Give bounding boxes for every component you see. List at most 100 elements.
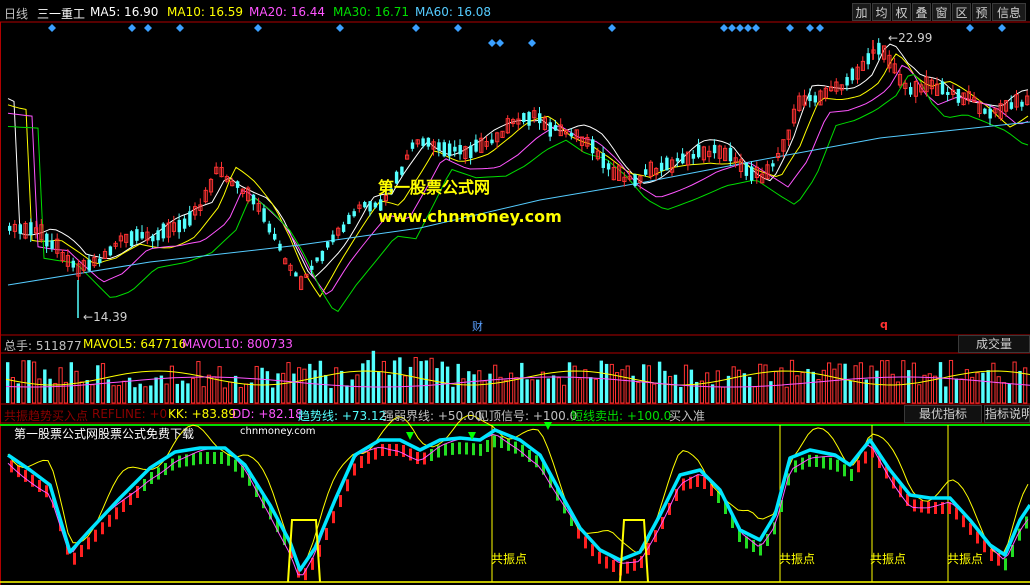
signal-bar: [850, 469, 853, 481]
candle: [76, 259, 81, 281]
candle: [331, 230, 335, 245]
volume-bar: [726, 375, 731, 403]
candle: [681, 148, 685, 165]
kk-label: KK: +83.89: [168, 407, 237, 421]
candle: [188, 205, 192, 227]
candle: [701, 145, 706, 163]
candle-body: [87, 259, 91, 271]
candle: [410, 139, 415, 152]
candle: [251, 193, 256, 211]
candle: [956, 88, 961, 107]
signal-diamond: [786, 24, 794, 32]
volume-bar: [58, 367, 63, 404]
candle: [909, 82, 913, 98]
signal-diamond: [128, 24, 136, 32]
signal-bar: [507, 438, 510, 451]
signal-diamond: [816, 24, 824, 32]
candle: [203, 187, 208, 204]
candle-body: [188, 211, 192, 226]
volume-bar: [938, 362, 943, 403]
volume-bar: [636, 381, 641, 404]
candle: [288, 263, 293, 277]
signal-bar: [598, 551, 601, 564]
candle-body: [140, 232, 144, 239]
candle: [813, 91, 817, 107]
volume-bar: [381, 360, 386, 404]
volume-bar: [90, 384, 95, 404]
volume-bar: [514, 377, 519, 404]
candle: [617, 163, 622, 182]
candle: [950, 84, 956, 100]
candle-body: [410, 142, 415, 149]
volume-bar: [907, 370, 911, 403]
candle-body: [262, 208, 266, 222]
signal-bar: [367, 451, 370, 464]
volume-bar: [233, 375, 238, 403]
candle: [479, 132, 484, 153]
volume-bar: [509, 372, 514, 404]
candlesticks: [8, 38, 1030, 318]
volume-bar: [477, 370, 482, 404]
volume-bar: [572, 365, 577, 404]
candle: [866, 47, 870, 70]
signal-bar: [864, 451, 867, 464]
ma-line-0: [7, 43, 1029, 279]
candle: [845, 73, 849, 91]
volume-bar: [63, 381, 69, 404]
volume-bar: [652, 383, 657, 404]
candle: [839, 84, 844, 96]
candle: [278, 240, 282, 252]
volume-bar: [948, 359, 954, 404]
signal-bar: [409, 448, 412, 461]
best-indicator-button[interactable]: 最优指标: [904, 405, 982, 423]
volume-bar: [281, 372, 286, 404]
signal-bar: [360, 456, 363, 468]
trend-line: [7, 428, 1030, 572]
candle: [214, 162, 219, 175]
signal-diamond: [728, 24, 736, 32]
volume-bar: [1007, 383, 1012, 403]
signal-bar: [108, 514, 111, 527]
volume-bar: [191, 377, 196, 404]
candle: [685, 151, 691, 171]
candle: [850, 67, 855, 84]
candle-body: [866, 53, 870, 65]
candle: [442, 139, 446, 158]
candle: [294, 271, 298, 277]
ma60-line: [7, 121, 1030, 286]
volume-bar: [683, 364, 689, 404]
volume-bar: [731, 366, 736, 404]
ma-line-2: [7, 64, 1029, 295]
q-marker[interactable]: q: [880, 318, 888, 331]
volume-bar: [536, 379, 540, 403]
candle-body: [267, 223, 272, 233]
volume-bar: [996, 376, 1001, 404]
candle-body: [251, 194, 256, 205]
volume-bar: [318, 360, 323, 403]
candle-body: [273, 233, 277, 240]
candle-body: [946, 91, 950, 95]
volume-bar: [1001, 382, 1007, 404]
candle: [538, 107, 542, 130]
candle: [1025, 90, 1030, 106]
volume-bar: [615, 372, 620, 404]
volume-button[interactable]: 成交量: [958, 335, 1030, 353]
signal-diamond: [720, 24, 728, 32]
candle-body: [437, 142, 441, 151]
candle: [665, 155, 669, 171]
candle-body: [691, 153, 696, 159]
indicator-desc-button[interactable]: 指标说明: [984, 405, 1030, 423]
volume-bar: [880, 360, 885, 404]
signal-diamond: [806, 24, 814, 32]
signal-bar: [80, 545, 83, 557]
candle: [363, 200, 367, 209]
candle: [421, 136, 425, 149]
volume-bar: [85, 380, 89, 403]
refline-label: REFLINE: +0: [92, 407, 168, 421]
ma-line-3: [7, 73, 1029, 313]
signal-bar: [913, 499, 916, 512]
signal-bar: [122, 500, 125, 512]
candle: [129, 230, 134, 249]
signal-bar: [920, 500, 923, 513]
financial-marker[interactable]: 财: [472, 318, 483, 334]
